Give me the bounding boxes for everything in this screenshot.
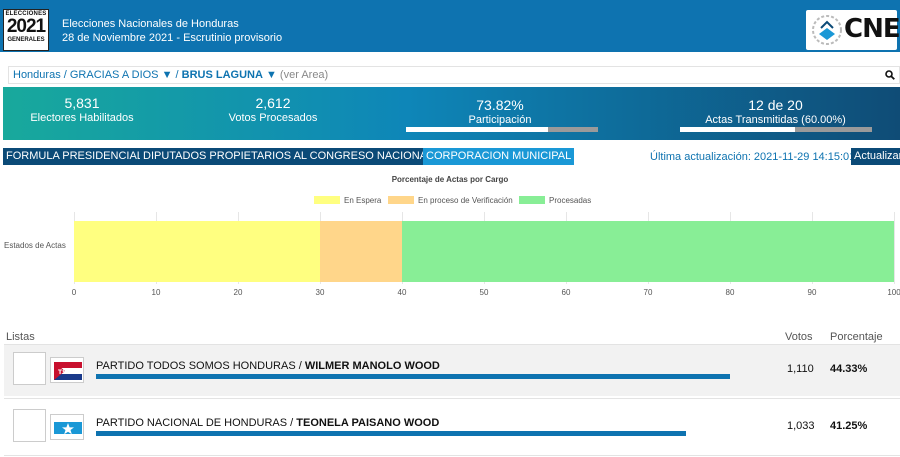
candidate-photo <box>13 352 46 385</box>
candidate-name: PARTIDO NACIONAL DE HONDURAS / TEONELA P… <box>96 417 440 429</box>
chart-title: Porcentaje de Actas por Cargo <box>391 175 509 184</box>
stat-participacion: 73.82% Participación <box>468 97 532 126</box>
breadcrumb-department[interactable]: GRACIAS A DIOS <box>70 69 159 81</box>
vote-count: 1,033 <box>787 420 815 432</box>
participacion-progress <box>406 127 598 132</box>
x-tick-label: 90 <box>807 288 817 297</box>
divider <box>4 398 900 399</box>
bar-segment-en-proceso-de-verificaci-n[interactable] <box>320 221 402 282</box>
header-bar: ELECCIONES 2021 GENERALES Elecciones Nac… <box>0 0 900 52</box>
municipality-dropdown[interactable]: ▼ <box>263 69 280 81</box>
vote-percentage: 44.33% <box>830 363 868 375</box>
col-header-votos: Votos <box>785 331 813 343</box>
vote-share-bar <box>96 431 686 436</box>
page-title: Elecciones Nacionales de Honduras <box>62 18 239 30</box>
divider <box>4 455 900 456</box>
result-row[interactable]: TSH PARTIDO TODOS SOMOS HONDURAS / WILME… <box>4 345 900 396</box>
ver-area-link[interactable]: (ver Area) <box>280 69 328 81</box>
tab-diputados[interactable]: DIPUTADOS PROPIETARIOS AL CONGRESO NACIO… <box>140 148 437 165</box>
cne-emblem-icon <box>812 15 842 45</box>
vote-count: 1,110 <box>787 363 814 375</box>
vote-percentage: 41.25% <box>830 420 868 432</box>
stat-electores: 5,831 Electores Habilitados <box>30 95 134 124</box>
x-tick-label: 60 <box>561 288 571 297</box>
actas-progress <box>680 127 872 132</box>
last-update-text: Última actualización: 2021-11-29 14:15:0… <box>650 151 856 163</box>
breadcrumb-country[interactable]: Honduras <box>13 69 61 81</box>
cne-logo: CNE <box>806 10 900 50</box>
stat-actas: 12 de 20 Actas Transmitidas (60.00%) <box>705 97 846 126</box>
gridline <box>894 212 895 284</box>
search-icon[interactable] <box>885 70 895 80</box>
breadcrumb: Honduras / GRACIAS A DIOS ▼ / BRUS LAGUN… <box>8 66 900 84</box>
legend-en-espera[interactable]: En Espera <box>314 196 381 205</box>
legend-swatch-procesadas <box>519 196 545 204</box>
y-category-label: Estados de Actas <box>4 241 66 250</box>
x-tick-label: 0 <box>71 288 77 297</box>
bar-segment-procesadas[interactable] <box>402 221 894 282</box>
col-header-listas: Listas <box>6 331 35 343</box>
department-dropdown[interactable]: ▼ / <box>159 69 182 81</box>
vote-share-bar <box>96 374 730 379</box>
stats-panel: 5,831 Electores Habilitados 2,612 Votos … <box>3 87 900 140</box>
x-tick-label: 80 <box>725 288 735 297</box>
legend-en-proceso[interactable]: En proceso de Verificación <box>388 196 513 205</box>
breadcrumb-municipality[interactable]: BRUS LAGUNA <box>182 69 263 81</box>
tab-formula-presidencial[interactable]: FORMULA PRESIDENCIAL <box>3 148 146 165</box>
legend-swatch-en-espera <box>314 196 340 204</box>
tsh-flag-icon: TSH <box>50 357 84 383</box>
col-header-porcentaje: Porcentaje <box>830 331 883 343</box>
legend-swatch-en-proceso <box>388 196 414 204</box>
x-tick-label: 20 <box>233 288 243 297</box>
candidate-photo <box>13 409 46 442</box>
elecciones-2021-logo: ELECCIONES 2021 GENERALES <box>3 9 49 51</box>
stat-votos: 2,612 Votos Procesados <box>228 95 318 124</box>
partido-nacional-flag-icon <box>50 414 84 440</box>
x-tick-label: 100 <box>887 288 900 297</box>
chart-plot-area <box>74 212 895 284</box>
candidate-name: PARTIDO TODOS SOMOS HONDURAS / WILMER MA… <box>96 360 440 372</box>
svg-text:TSH: TSH <box>58 369 71 376</box>
x-tick-label: 50 <box>479 288 489 297</box>
x-tick-label: 70 <box>643 288 653 297</box>
page-subtitle: 28 de Noviembre 2021 - Escrutinio provis… <box>62 32 283 44</box>
legend-procesadas[interactable]: Procesadas <box>519 196 591 205</box>
actualizar-button[interactable]: Actualizar <box>851 148 900 165</box>
bar-segment-en-espera[interactable] <box>74 221 320 282</box>
x-tick-label: 10 <box>151 288 161 297</box>
x-tick-label: 30 <box>315 288 325 297</box>
x-tick-label: 40 <box>397 288 407 297</box>
tab-corporacion-municipal[interactable]: CORPORACION MUNICIPAL <box>423 148 575 165</box>
result-row[interactable]: PARTIDO NACIONAL DE HONDURAS / TEONELA P… <box>4 402 900 453</box>
